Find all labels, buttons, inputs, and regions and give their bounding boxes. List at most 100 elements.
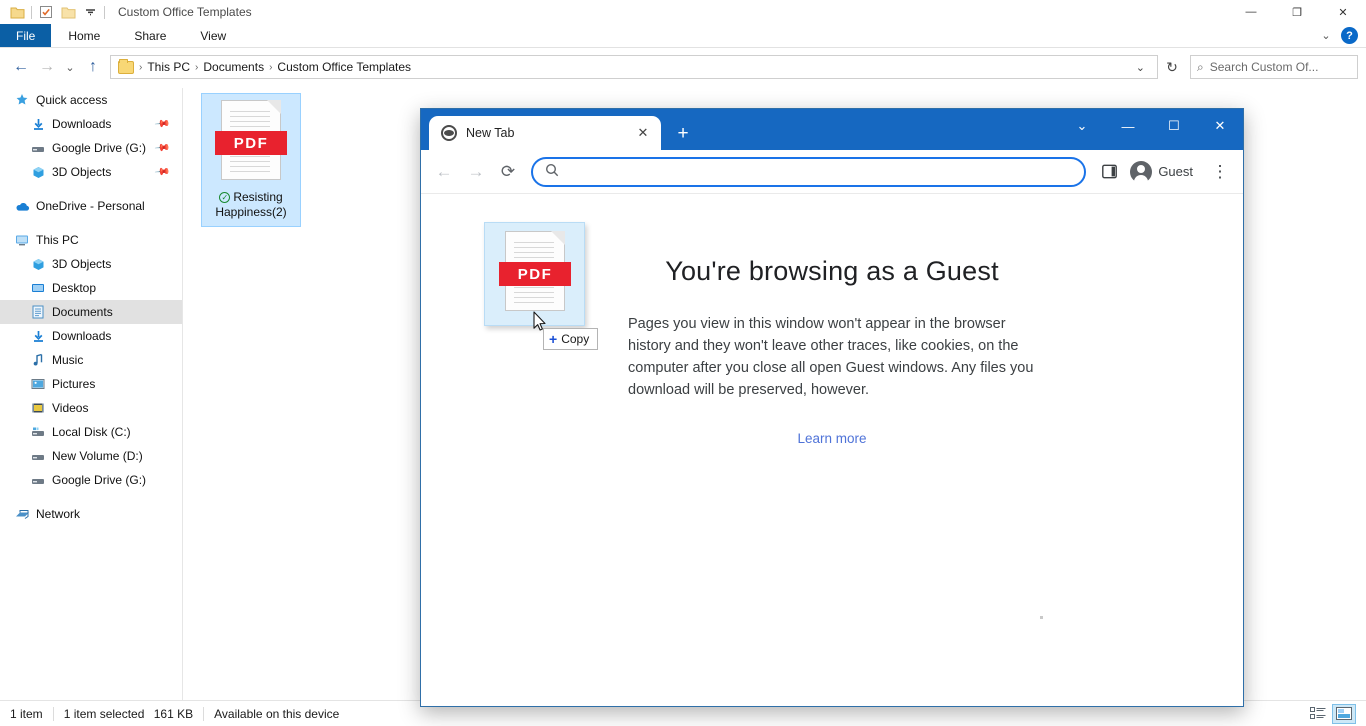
sidebar-label: Google Drive (G:) — [52, 141, 147, 155]
close-icon[interactable]: ✕ — [633, 123, 653, 143]
sidebar-item-desktop[interactable]: Desktop — [0, 276, 182, 300]
sidebar-item-quick-access[interactable]: Quick access — [0, 88, 182, 112]
search-box[interactable]: ⌕ Search Custom Of... — [1190, 55, 1358, 79]
sidebar-item-google-drive-g[interactable]: Google Drive (G:) — [0, 468, 182, 492]
explorer-address-bar: ← → ⌄ ↑ › This PC › Documents › Custom O… — [0, 52, 1366, 82]
browser-tab-title: New Tab — [466, 126, 515, 140]
sidebar-item-music[interactable]: Music — [0, 348, 182, 372]
sidebar-label: Pictures — [52, 377, 96, 391]
pin-icon[interactable]: 📌 — [153, 164, 170, 180]
browser-minimize-button[interactable]: — — [1105, 109, 1151, 143]
sidebar-item-google-drive-qa[interactable]: Google Drive (G:) 📌 — [0, 136, 182, 160]
copy-tooltip-label: Copy — [561, 332, 590, 346]
browser-back-button[interactable]: ← — [429, 157, 459, 187]
customize-dropdown-icon[interactable] — [79, 1, 101, 23]
explorer-maximize-button[interactable]: ❐ — [1274, 0, 1320, 24]
sidebar-item-videos[interactable]: Videos — [0, 396, 182, 420]
pdf-badge: PDF — [215, 131, 287, 155]
breadcrumb-item-documents[interactable]: Documents — [199, 60, 268, 74]
pdf-badge-ghost: PDF — [499, 262, 571, 286]
sidebar-item-new-volume-d[interactable]: New Volume (D:) — [0, 444, 182, 468]
search-placeholder: Search Custom Of... — [1209, 60, 1319, 74]
pictures-icon — [30, 376, 46, 392]
forward-button[interactable]: → — [34, 54, 60, 80]
download-icon — [30, 116, 46, 132]
qat-divider — [31, 5, 32, 19]
sidebar-label: Downloads — [52, 329, 112, 343]
browser-reload-button[interactable]: ⟳ — [493, 157, 523, 187]
tab-file[interactable]: File — [0, 24, 52, 47]
documents-icon — [30, 304, 46, 320]
help-icon[interactable]: ? — [1341, 27, 1358, 44]
side-panel-icon[interactable] — [1094, 157, 1124, 187]
explorer-window-title: Custom Office Templates — [118, 5, 252, 19]
sidebar-label: Google Drive (G:) — [52, 473, 147, 487]
quick-access-toolbar — [0, 1, 108, 23]
profile-button[interactable]: Guest — [1126, 157, 1203, 187]
address-bar-input[interactable] — [567, 164, 1073, 179]
status-size-text: 161 KB — [153, 706, 194, 721]
music-icon — [30, 352, 46, 368]
breadcrumb-item-this-pc[interactable]: This PC — [143, 60, 194, 74]
sidebar-item-pictures[interactable]: Pictures — [0, 372, 182, 396]
up-button[interactable]: ↑ — [80, 54, 106, 80]
status-availability: Available on this device — [214, 706, 340, 721]
browser-maximize-button[interactable]: ☐ — [1151, 109, 1197, 143]
sidebar-item-local-disk-c[interactable]: Local Disk (C:) — [0, 420, 182, 444]
folder-icon[interactable] — [6, 1, 28, 23]
videos-icon — [30, 400, 46, 416]
guest-description: Pages you view in this window won't appe… — [628, 316, 1034, 398]
sidebar-item-3d-objects-qa[interactable]: 3D Objects 📌 — [0, 160, 182, 184]
sidebar-label: 3D Objects — [52, 165, 112, 179]
browser-menu-icon[interactable]: ⋮ — [1205, 157, 1235, 187]
sidebar-label: OneDrive - Personal — [36, 199, 145, 213]
sidebar-item-downloads-qa[interactable]: Downloads 📌 — [0, 112, 182, 136]
pin-icon[interactable]: 📌 — [153, 116, 170, 132]
file-item[interactable]: PDF ✓ Resisting Happiness(2) — [201, 93, 301, 227]
tab-view[interactable]: View — [183, 24, 243, 47]
details-view-icon[interactable] — [1306, 704, 1330, 724]
drive-icon — [30, 140, 46, 156]
ribbon-collapse-icon[interactable]: ⌄ — [1317, 29, 1335, 42]
pin-icon[interactable]: 📌 — [153, 140, 170, 156]
new-tab-button[interactable]: + — [669, 119, 697, 147]
browser-close-button[interactable]: ✕ — [1197, 109, 1243, 143]
recent-locations-button[interactable]: ⌄ — [60, 54, 80, 80]
refresh-button[interactable]: ↻ — [1158, 54, 1186, 80]
properties-icon[interactable] — [35, 1, 57, 23]
breadcrumb[interactable]: › This PC › Documents › Custom Office Te… — [110, 55, 1158, 79]
explorer-close-button[interactable]: ✕ — [1320, 0, 1366, 24]
sidebar-item-onedrive[interactable]: OneDrive - Personal — [0, 194, 182, 218]
file-name-label: ✓ Resisting Happiness(2) — [204, 190, 298, 220]
globe-icon — [441, 125, 457, 141]
sidebar-label: New Volume (D:) — [52, 449, 143, 463]
breadcrumb-dropdown-icon[interactable]: ⌄ — [1128, 61, 1153, 74]
sidebar-item-documents[interactable]: Documents — [0, 300, 182, 324]
explorer-minimize-button[interactable]: — — [1228, 0, 1274, 24]
desktop-icon — [30, 280, 46, 296]
sidebar-item-network[interactable]: Network — [0, 502, 182, 526]
back-button[interactable]: ← — [8, 54, 34, 80]
chevron-down-icon[interactable]: ⌄ — [1059, 109, 1105, 143]
drive-icon — [30, 472, 46, 488]
pdf-file-icon: PDF — [215, 98, 287, 186]
browser-forward-button[interactable]: → — [461, 157, 491, 187]
navigation-pane[interactable]: Quick access Downloads 📌 Google Drive (G… — [0, 88, 183, 700]
learn-more-link[interactable]: Learn more — [797, 431, 866, 446]
cube-icon — [30, 164, 46, 180]
large-icons-view-icon[interactable] — [1332, 703, 1356, 724]
breadcrumb-item-custom-office-templates[interactable]: Custom Office Templates — [273, 60, 415, 74]
page-artifact-dot — [1040, 616, 1043, 619]
sync-status-icon: ✓ — [219, 192, 231, 203]
tab-home[interactable]: Home — [51, 24, 117, 47]
sidebar-item-this-pc[interactable]: This PC — [0, 228, 182, 252]
new-folder-icon[interactable] — [57, 1, 79, 23]
sidebar-label: 3D Objects — [52, 257, 112, 271]
sidebar-item-3d-objects[interactable]: 3D Objects — [0, 252, 182, 276]
tab-share[interactable]: Share — [117, 24, 183, 47]
browser-tab[interactable]: New Tab ✕ — [429, 116, 661, 150]
sidebar-item-downloads[interactable]: Downloads — [0, 324, 182, 348]
address-bar[interactable] — [531, 156, 1087, 187]
